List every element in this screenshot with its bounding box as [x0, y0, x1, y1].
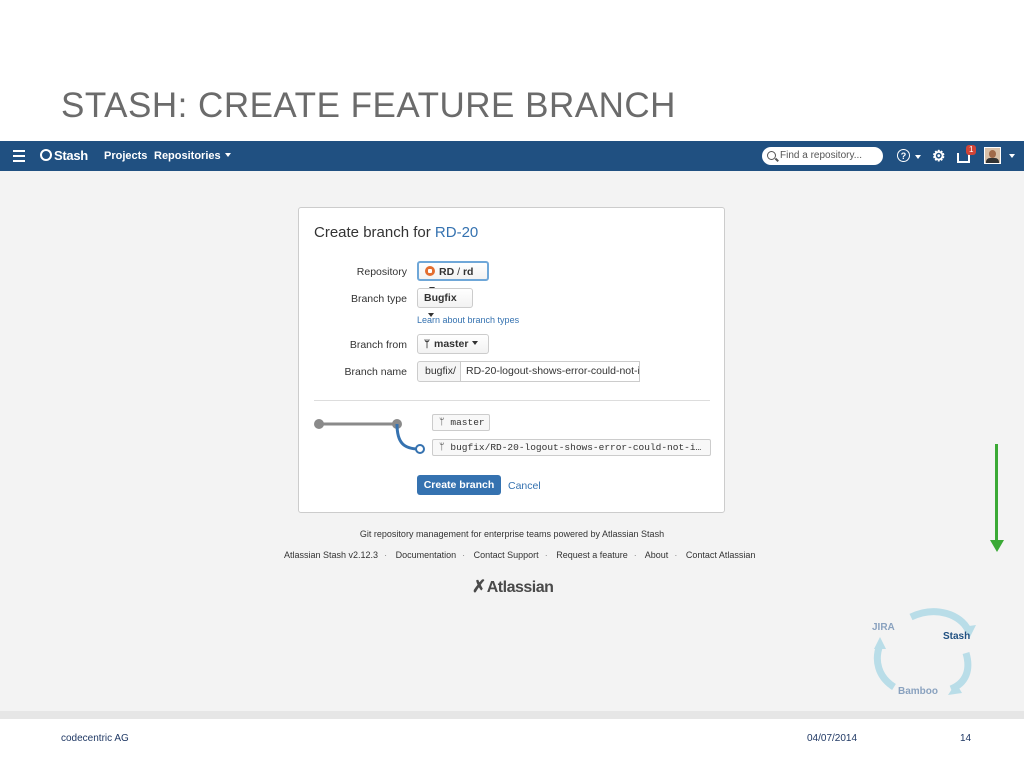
branch-prefix: bugfix/: [417, 361, 461, 382]
atlassian-logo-text: Atlassian: [486, 579, 554, 596]
stash-logo-icon: [40, 149, 52, 161]
branch-name-label: Branch name: [344, 366, 407, 378]
branch-icon: ᛘ: [439, 442, 451, 453]
chevron-down-icon: [224, 153, 231, 157]
green-arrow-shaft: [995, 444, 998, 542]
repository-label: Repository: [356, 266, 407, 278]
nav-projects[interactable]: Projects: [104, 150, 147, 162]
footer-link-support[interactable]: Contact Support: [474, 550, 539, 560]
create-branch-dialog: Create branch for RD-20 Repository RD / …: [298, 207, 725, 513]
repository-project: RD: [439, 266, 455, 278]
repository-select[interactable]: RD / rd: [417, 261, 489, 291]
stash-logo-small: Stash: [943, 631, 971, 642]
avatar-chevron-down-icon: [1009, 154, 1015, 158]
footer-link-request-feature[interactable]: Request a feature: [556, 550, 628, 560]
branch-diagram: [314, 419, 425, 454]
chevron-down-icon: [472, 341, 479, 345]
avatar[interactable]: [984, 147, 1001, 164]
diagram-target-branch: ᛘ bugfix/RD-20-logout-shows-error-could-…: [432, 439, 711, 456]
atlassian-logo-icon: ✗: [472, 577, 486, 596]
repository-name: rd: [462, 266, 474, 278]
new-branch-node: [415, 444, 425, 454]
footer-date: 04/07/2014: [807, 733, 858, 744]
diagram-target-label: bugfix/RD-20-logout-shows-error-could-no…: [450, 442, 702, 453]
cycle-arrow-top: [909, 608, 972, 632]
arrow-down-icon: [990, 540, 1004, 552]
footer-separator: ·: [633, 550, 637, 560]
footer-link-about[interactable]: About: [645, 550, 669, 560]
slide-divider-bar: [0, 711, 1024, 719]
divider: [314, 400, 710, 401]
footer-links: Atlassian Stash v2.12.3 · Documentation · …: [284, 550, 755, 560]
help-icon[interactable]: ?: [897, 149, 910, 162]
diagram-source-label: master: [450, 417, 485, 428]
branch-icon: ᛘ: [424, 339, 430, 350]
jira-logo: JIRA: [872, 622, 895, 633]
stash-logo[interactable]: Stash: [40, 148, 88, 163]
nav-repositories-label: Repositories: [154, 150, 221, 162]
notification-badge: 1: [966, 145, 977, 155]
menu-icon[interactable]: [13, 150, 25, 165]
footer-separator: ·: [544, 550, 548, 560]
cycle-arrow-right: [949, 652, 972, 693]
branch-type-label: Branch type: [350, 293, 407, 305]
dialog-title-text: Create branch for: [314, 224, 431, 241]
search-input[interactable]: Find a repository...: [762, 147, 883, 165]
search-placeholder: Find a repository...: [780, 150, 863, 161]
branch-from-value: master: [434, 338, 469, 350]
issue-link[interactable]: RD-20: [435, 224, 478, 241]
repository-separator: /: [454, 266, 463, 278]
learn-branch-types-link[interactable]: Learn about branch types: [417, 315, 519, 325]
nav-repositories[interactable]: Repositories: [154, 150, 231, 162]
dialog-title: Create branch for RD-20: [314, 224, 478, 241]
bamboo-logo: Bamboo: [898, 686, 938, 697]
create-branch-button[interactable]: Create branch: [417, 475, 501, 495]
project-avatar-icon: [425, 266, 435, 276]
footer-separator: ·: [674, 550, 678, 560]
branch-type-value: Bugfix: [424, 292, 457, 304]
stash-logo-text: Stash: [54, 148, 88, 163]
branch-type-select[interactable]: Bugfix: [417, 288, 473, 317]
footer-link-documentation[interactable]: Documentation: [396, 550, 457, 560]
slide-title: STASH: CREATE FEATURE BRANCH: [61, 86, 676, 125]
footer-separator: ·: [384, 550, 388, 560]
atlassian-logo[interactable]: ✗Atlassian: [472, 577, 554, 597]
branch-name-input[interactable]: RD-20-logout-shows-error-could-not-i: [461, 361, 640, 382]
cycle-arrowhead-left: [874, 637, 886, 649]
stash-header: Stash Projects Repositories Find a repos…: [0, 141, 1024, 171]
nav-projects-label: Projects: [104, 150, 148, 162]
diagram-source-branch: ᛘ master: [432, 414, 490, 431]
master-start-node: [314, 419, 324, 429]
search-icon: [767, 151, 776, 160]
cancel-link[interactable]: Cancel: [508, 480, 541, 492]
page-number: 14: [960, 733, 972, 744]
footer-link-contact[interactable]: Contact Atlassian: [686, 550, 756, 560]
footer-separator: ·: [462, 550, 466, 560]
gear-icon[interactable]: ⚙: [932, 147, 945, 165]
footer-link-version: Atlassian Stash v2.12.3: [284, 550, 379, 560]
footer-company: codecentric AG: [61, 733, 129, 744]
footer-tagline: Git repository management for enterprise…: [359, 529, 665, 539]
branch-from-label: Branch from: [349, 339, 407, 351]
cycle-arrow-left: [873, 643, 897, 690]
branch-icon: ᛘ: [439, 417, 451, 428]
help-chevron-down-icon: [915, 155, 921, 159]
branch-from-select[interactable]: ᛘ master: [417, 334, 489, 354]
